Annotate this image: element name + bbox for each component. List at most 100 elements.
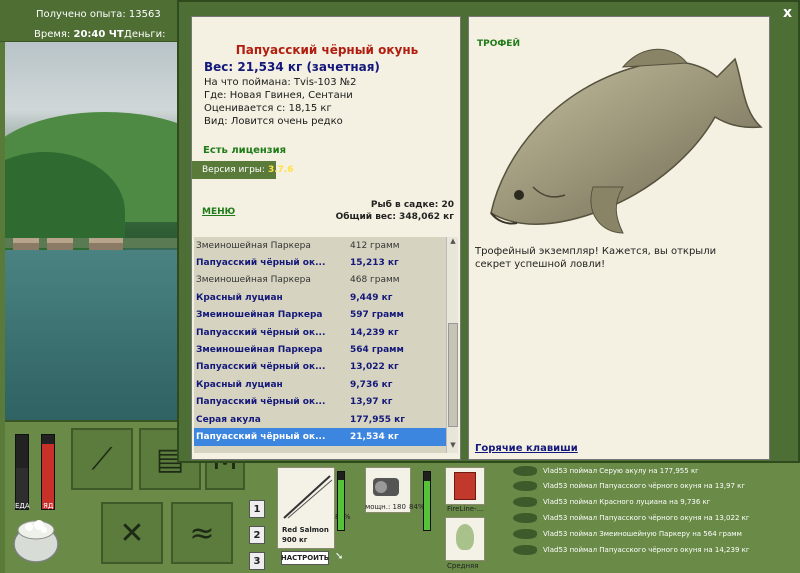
fish-icon [513, 545, 537, 555]
catch-info-modal: x Папуасский чёрный окунь Вес: 21,534 кг… [177, 0, 800, 463]
fishing-rod-icon [283, 475, 333, 519]
version-value: 3.7.6 [267, 165, 294, 175]
time-label: Время: [34, 29, 71, 40]
bait-pot-icon[interactable] [11, 514, 61, 566]
bait-name: Red Salmon [282, 526, 329, 534]
catch-feed: Vlad53 поймал Серую акулу на 177,955 кг … [505, 463, 800, 573]
time-value: 20:40 ЧТ [73, 29, 124, 40]
trophy-text: Трофейный экземпляр! Кажется, вы открыли… [475, 246, 717, 270]
catch-row[interactable]: Змеиношейная Паркера 468 грамм [194, 272, 446, 289]
scrollbar-thumb[interactable] [448, 323, 458, 427]
catch-row[interactable]: Папуасский чёрный ок... 21,534 кг [194, 428, 446, 446]
catch-row-weight: 13,97 кг [350, 397, 393, 408]
trophy-fish-image [490, 48, 763, 234]
catch-row-name: Папуасский чёрный ок... [196, 258, 326, 269]
setup-button[interactable]: НАСТРОИТЬ [281, 551, 329, 565]
fish-icon [513, 513, 537, 523]
line-spool-icon [454, 472, 476, 500]
rod-slot[interactable]: Red Salmon 900 кг [277, 467, 335, 549]
fish-rarity: Вид: Ловится очень редко [204, 116, 343, 127]
hotkeys-link[interactable]: Горячие клавиши [475, 443, 578, 454]
catch-list[interactable]: Змеиношейная Паркера 412 грамм Папуасский … [194, 237, 446, 453]
keepnet-summary: Рыб в садке: 20 Общий вес: 348,062 кг [336, 199, 454, 223]
bait-gauge-fill [42, 443, 54, 509]
water-surface[interactable] [5, 250, 177, 420]
fish-weight: Вес: 21,534 кг (зачетная) [204, 60, 380, 74]
feed-item: Vlad53 поймал Папуасского чёрного окуня … [513, 478, 745, 494]
hut [13, 238, 39, 250]
catch-row[interactable]: Змеиношейная Паркера 564 грамм [194, 341, 446, 358]
scroll-down-icon[interactable]: ▼ [447, 441, 459, 453]
trophy-panel: ТРОФЕЙ Трофейный экземпляр! Кажется, вы … [468, 16, 770, 460]
catch-row-weight: 9,449 кг [350, 292, 393, 303]
catch-row-name: Змеиношейная Паркера [196, 240, 311, 251]
feed-item: Vlad53 поймал Змеиношейную Паркеру на 56… [513, 526, 742, 542]
menu-link[interactable]: МЕНЮ [202, 207, 235, 217]
fish-icon [513, 481, 537, 491]
catch-row-weight: 597 грамм [350, 310, 404, 321]
tackle-panel: Red Salmon 900 кг 87% мощн.: 180 84% Fir… [273, 463, 505, 573]
scroll-up-icon[interactable]: ▲ [447, 237, 459, 249]
feed-item: Vlad53 поймал Папуасского чёрного окуня … [513, 542, 750, 558]
fish-icon [513, 529, 537, 539]
catch-row[interactable]: Папуасский чёрный ок... 15,213 кг [194, 254, 446, 271]
catch-row-weight: 564 грамм [350, 345, 404, 356]
rod-durability-fill [338, 479, 344, 530]
food-gauge [15, 434, 29, 510]
feed-item: Vlad53 поймал Папуасского чёрного окуня … [513, 510, 750, 526]
hut [89, 238, 123, 250]
keepnet-count: Рыб в садке: 20 [370, 200, 454, 210]
line-slot[interactable] [445, 467, 485, 505]
catch-row-weight: 15,213 кг [350, 258, 399, 269]
catch-row-name: Красный луциан [196, 379, 283, 390]
catch-row-weight: 468 грамм [350, 275, 400, 286]
catch-details-panel: Папуасский чёрный окунь Вес: 21,534 кг (… [191, 16, 461, 460]
food-gauge-label: ЕДА [15, 502, 30, 510]
catch-row[interactable]: Серая акула 177,955 кг [194, 411, 446, 428]
fish-name: Папуасский чёрный окунь [235, 43, 419, 57]
feed-item: Vlad53 поймал Красного луциана на 9,736 … [513, 494, 710, 510]
time-readout: Время: 20:40 ЧТ [34, 29, 124, 40]
catch-row-name: Змеиношейная Паркера [196, 275, 311, 286]
catch-row-weight: 412 грамм [350, 240, 400, 251]
caught-with: На что поймана: Tvis-103 №2 [204, 77, 357, 88]
close-button[interactable]: x [783, 5, 792, 21]
fork-knife-icon: ✕ [119, 515, 145, 551]
catch-row[interactable]: Красный луциан 9,449 кг [194, 289, 446, 306]
rod-tile[interactable]: ⟋ [71, 428, 133, 490]
lake-scene[interactable] [5, 42, 177, 420]
catch-row-name: Папуасский чёрный ок... [196, 327, 326, 338]
rig-button-2[interactable]: 2 [249, 526, 265, 544]
catch-list-scrollbar[interactable]: ▲ ▼ [446, 237, 458, 453]
catch-row[interactable]: Красный луциан 9,736 кг [194, 376, 446, 393]
money-readout: Деньги: [124, 29, 166, 40]
reel-caption: мощн.: 180 [365, 503, 406, 511]
rig-button-3[interactable]: 3 [249, 552, 265, 570]
xp-readout: Получено опыта: 13563 [36, 9, 161, 20]
rig-button-1[interactable]: 1 [249, 500, 265, 518]
lure-caption: Средняя [447, 562, 479, 570]
lure-icon [456, 524, 474, 550]
catch-row[interactable]: Папуасский чёрный ок... 14,239 кг [194, 324, 446, 341]
reel-durability-bar [423, 471, 431, 531]
catch-row-weight: 21,534 кг [350, 431, 399, 442]
license-status: Есть лицензия [203, 145, 287, 156]
catch-row[interactable]: Змеиношейная Паркера 597 грамм [194, 307, 446, 324]
catch-row-name: Змеиношейная Паркера [196, 345, 323, 356]
fish-tile[interactable]: ≈ [171, 502, 233, 564]
hut [47, 238, 73, 250]
catch-row[interactable]: Змеиношейная Паркера 412 грамм [194, 237, 446, 254]
reel-icon [373, 478, 399, 496]
catch-row[interactable]: Папуасский чёрный ок... 13,97 кг [194, 394, 446, 411]
catch-row-name: Змеиношейная Паркера [196, 310, 323, 321]
money-label: Деньги: [124, 29, 166, 40]
catch-location: Где: Новая Гвинея, Сентани [204, 90, 353, 101]
food-tile[interactable]: ✕ [101, 502, 163, 564]
lure-slot[interactable] [445, 517, 485, 561]
bait-gauge-label: ЯД [43, 502, 54, 510]
fishing-rod-icon: ⟋ [91, 441, 113, 477]
catch-row-name: Красный луциан [196, 292, 283, 303]
rod-durability-bar [337, 471, 345, 531]
catch-row[interactable]: Папуасский чёрный ок... 13,022 кг [194, 359, 446, 376]
catch-row-weight: 9,736 кг [350, 379, 393, 390]
